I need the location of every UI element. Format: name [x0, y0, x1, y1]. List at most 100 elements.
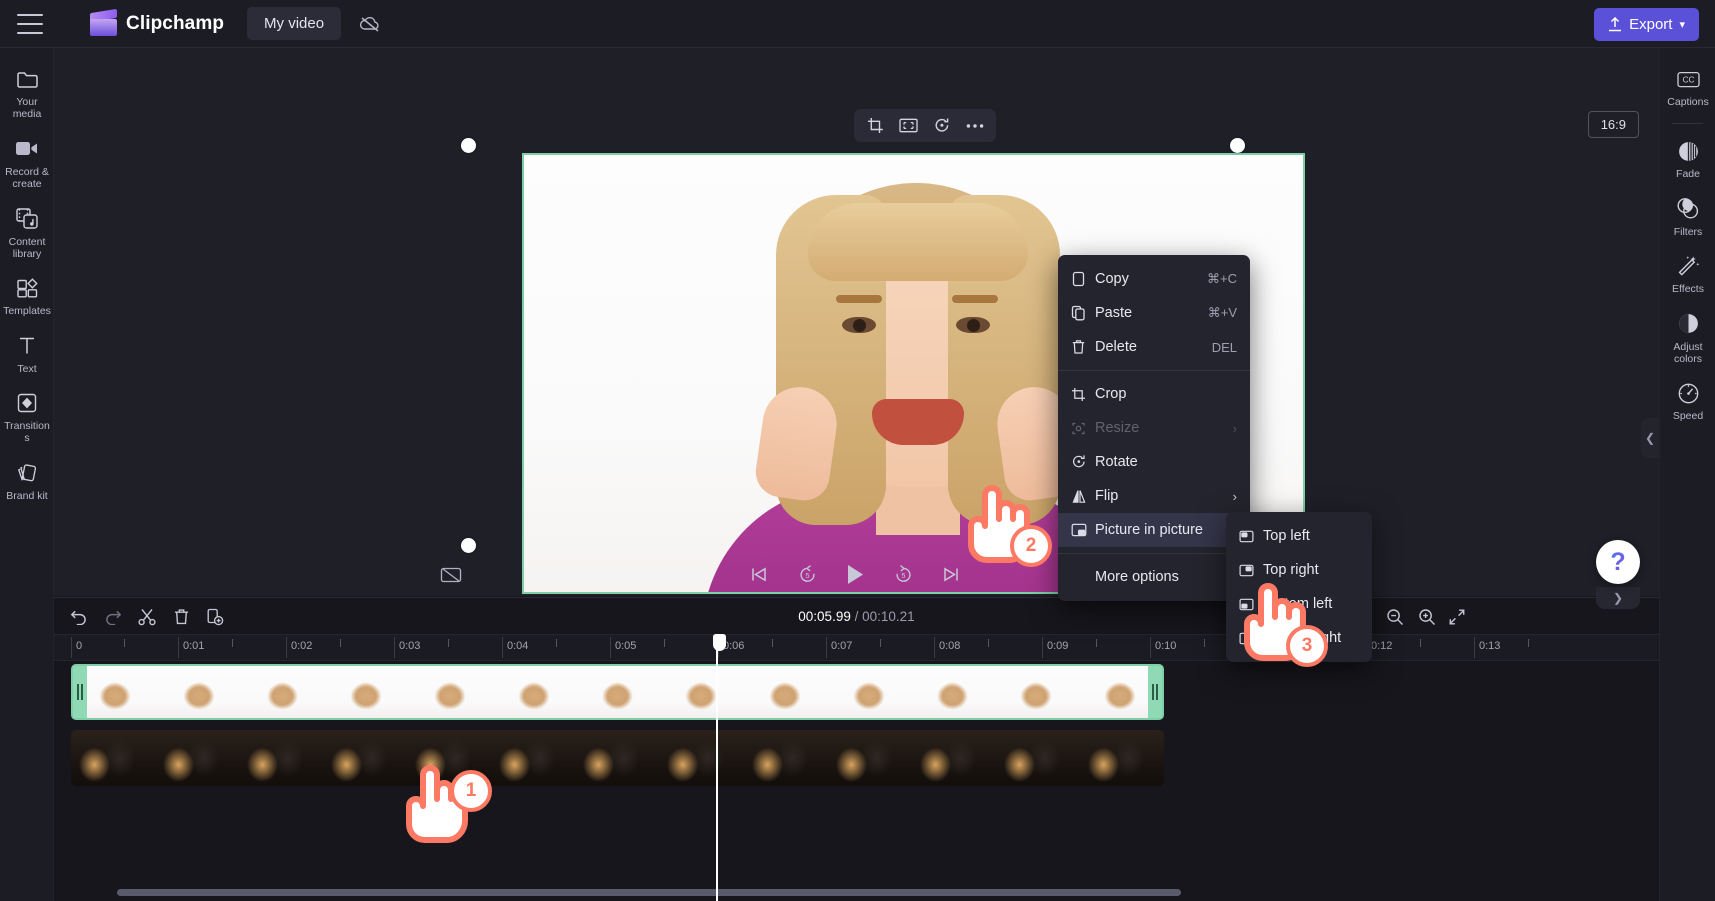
context-menu-item-flip[interactable]: Flip ›	[1058, 479, 1250, 513]
trim-handle-left[interactable]	[73, 666, 87, 718]
sidebar-item-adjust-colors[interactable]: Adjust colors	[1660, 303, 1715, 373]
time-separator: /	[854, 609, 859, 624]
clip-thumbnail	[659, 666, 744, 718]
sidebar-item-content-library[interactable]: Content library	[0, 198, 54, 268]
resize-handle-bottom-left[interactable]	[461, 538, 476, 553]
clip-thumbnail	[408, 666, 492, 718]
sidebar-item-record-create[interactable]: Record & create	[0, 128, 54, 198]
ruler-label: 0:04	[507, 640, 529, 652]
forward-5-seconds-button[interactable]: 5	[888, 559, 918, 589]
playhead-line	[716, 634, 718, 901]
help-button[interactable]: ?	[1596, 540, 1640, 584]
cloud-off-icon[interactable]	[353, 9, 387, 39]
right-sidebar: CC Captions Fade Filters Effects Adjust …	[1659, 48, 1715, 901]
sidebar-item-effects[interactable]: Effects	[1660, 245, 1715, 302]
sidebar-item-transitions[interactable]: Transitions	[0, 382, 54, 452]
copy-icon	[1071, 271, 1095, 287]
ruler-label: 0:12	[1371, 640, 1393, 652]
sidebar-item-speed[interactable]: Speed	[1660, 372, 1715, 429]
context-menu-item-paste[interactable]: Paste ⌘+V	[1058, 296, 1250, 330]
context-menu-item-delete[interactable]: Delete DEL	[1058, 330, 1250, 364]
aspect-ratio-button[interactable]: 16:9	[1587, 111, 1639, 138]
sidebar-item-your-media[interactable]: Your media	[0, 58, 54, 128]
flip-icon	[1071, 489, 1095, 504]
svg-text:5: 5	[805, 571, 809, 580]
clip-thumbnail	[827, 730, 912, 786]
context-menu-item-copy[interactable]: Copy ⌘+C	[1058, 262, 1250, 296]
question-mark-icon: ?	[1610, 547, 1626, 576]
ruler-label: 0:08	[939, 640, 961, 652]
more-horizontal-icon[interactable]	[959, 112, 990, 139]
context-menu-item-picture-in-picture[interactable]: Picture in picture ›	[1058, 513, 1250, 547]
step-badge-2: 2	[1010, 525, 1052, 567]
sidebar-label: Adjust colors	[1673, 340, 1703, 365]
menu-label: Crop	[1095, 386, 1127, 402]
clipchamp-editor: Clipchamp My video Export ▾ Your media R…	[0, 0, 1715, 901]
context-menu-item-crop[interactable]: Crop	[1058, 377, 1250, 411]
timeline-clip-video-2[interactable]	[71, 730, 1164, 786]
portrait-brow-right	[952, 295, 998, 303]
clip-thumbnail	[659, 730, 744, 786]
playhead-handle[interactable]	[713, 634, 726, 651]
resize-handle-top-right[interactable]	[1230, 138, 1245, 153]
menu-shortcut: DEL	[1211, 339, 1237, 355]
brand-kit-icon	[2, 460, 52, 486]
timeline-collapse-button[interactable]: ❯	[1596, 587, 1640, 609]
export-button[interactable]: Export ▾	[1594, 8, 1699, 41]
clip-thumbnail	[743, 666, 827, 718]
ruler-label: 0:02	[291, 640, 313, 652]
player-controls-bar: 5 5	[54, 555, 1659, 597]
sidebar-item-templates[interactable]: Templates	[0, 267, 54, 324]
sidebar-item-filters[interactable]: Filters	[1660, 188, 1715, 245]
sidebar-item-text[interactable]: Text	[0, 325, 54, 382]
clip-thumbnail	[994, 666, 1079, 718]
clip-thumbnail	[71, 730, 156, 786]
sidebar-item-captions[interactable]: CC Captions	[1660, 58, 1715, 115]
timeline-ruler[interactable]: 0 0:01 0:02 0:03 0:04 0:05 0:06 0:07 0:0	[54, 635, 1659, 661]
resize-handle-top-left[interactable]	[461, 138, 476, 153]
clip-thumbnail	[240, 666, 325, 718]
rotate-icon[interactable]	[926, 112, 957, 139]
templates-grid-icon	[2, 275, 52, 301]
context-menu-item-rotate[interactable]: Rotate	[1058, 445, 1250, 479]
sidebar-label: Brand kit	[6, 489, 48, 502]
fade-icon	[1662, 138, 1714, 164]
clipchamp-logo-icon	[90, 8, 117, 36]
skip-to-start-button[interactable]	[744, 559, 774, 589]
crop-icon[interactable]	[860, 112, 891, 139]
sidebar-divider	[1672, 123, 1703, 125]
sidebar-item-brand-kit[interactable]: Brand kit	[0, 452, 54, 509]
sidebar-label: Fade	[1676, 168, 1700, 181]
portrait-mouth	[872, 399, 964, 445]
play-button[interactable]	[840, 559, 870, 589]
sidebar-label: Filters	[1673, 225, 1703, 238]
fit-to-timeline-button[interactable]	[1444, 604, 1470, 630]
clip-thumbnail	[491, 666, 576, 718]
zoom-in-button[interactable]	[1414, 604, 1440, 630]
ruler-label: 0:05	[615, 640, 637, 652]
captions-off-icon[interactable]	[437, 563, 465, 587]
clip-thumbnail	[995, 730, 1080, 786]
ruler-label: 0:03	[399, 640, 421, 652]
total-time: 00:10.21	[862, 609, 915, 624]
fit-frame-icon[interactable]	[893, 112, 924, 139]
clip-thumbnails	[73, 666, 1162, 718]
clip-thumbnail	[911, 730, 996, 786]
sidebar-item-fade[interactable]: Fade	[1660, 130, 1715, 187]
trim-handle-right[interactable]	[1148, 666, 1162, 718]
right-sidebar-collapse-button[interactable]: ❮	[1641, 418, 1659, 458]
timeline-horizontal-scrollbar[interactable]	[117, 889, 1181, 896]
context-menu-item-more-options[interactable]: More options	[1058, 560, 1250, 594]
submenu-item-top-left[interactable]: Top left	[1226, 519, 1372, 553]
zoom-out-button[interactable]	[1382, 604, 1408, 630]
hamburger-icon[interactable]	[17, 13, 43, 34]
timeline-clip-video-1[interactable]	[71, 664, 1164, 720]
menu-label: Picture in picture	[1095, 522, 1203, 538]
back-5-seconds-button[interactable]: 5	[792, 559, 822, 589]
menu-label: Copy	[1095, 271, 1129, 287]
project-title-input[interactable]: My video	[247, 7, 342, 40]
clip-float-toolbar	[854, 109, 996, 142]
chevron-right-icon: ›	[1232, 488, 1237, 504]
clip-thumbnail	[491, 730, 576, 786]
chevron-right-icon: ›	[1232, 420, 1237, 436]
